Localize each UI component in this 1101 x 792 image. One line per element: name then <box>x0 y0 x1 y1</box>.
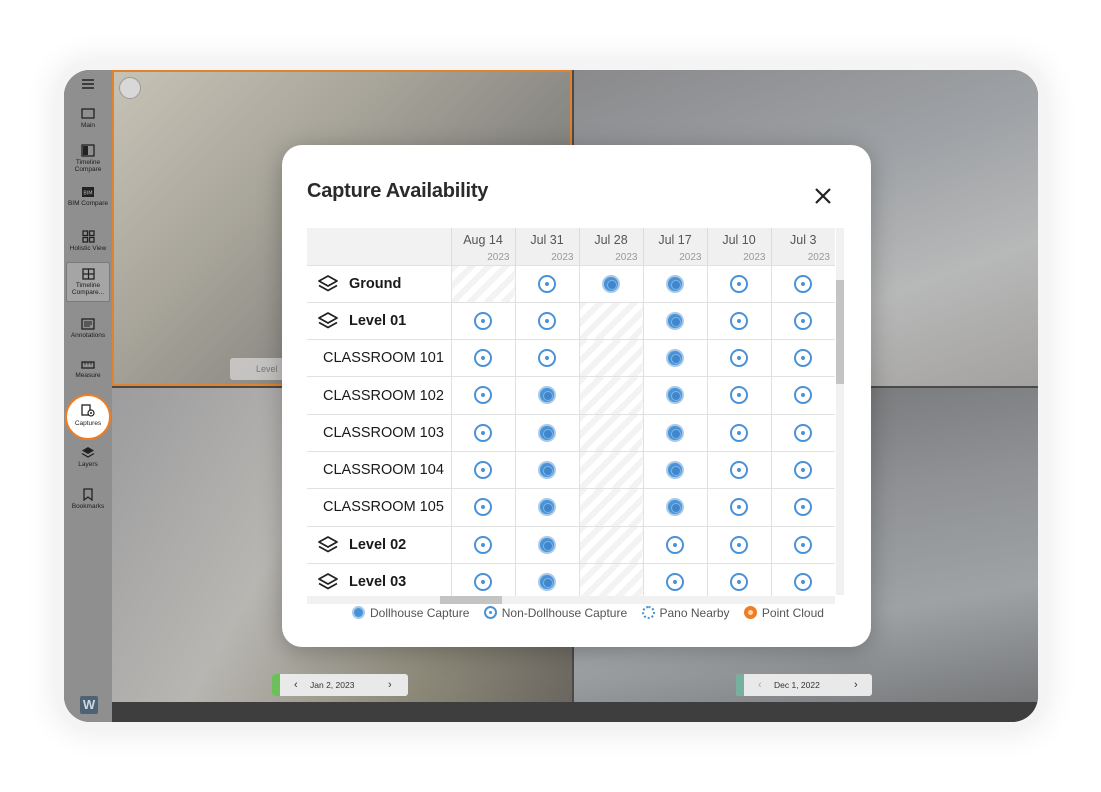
sidebar-item-label: Timeline Compare... <box>71 282 105 296</box>
sidebar-item-annotations[interactable]: Annotations <box>66 318 110 339</box>
ruler-icon <box>81 361 95 369</box>
sidebar-item-label: Annotations <box>70 332 106 339</box>
sidebar: Main Timeline Compare BIM BIM Compare Ho… <box>64 70 112 722</box>
sidebar-item-label: Measure <box>75 372 101 379</box>
svg-text:BIM: BIM <box>83 191 92 197</box>
date-selector-right[interactable]: ‹ Dec 1, 2022 › <box>736 674 872 696</box>
prev-date-icon[interactable]: ‹ <box>758 674 762 696</box>
next-date-icon[interactable]: › <box>854 674 858 696</box>
sidebar-item-main[interactable]: Main <box>66 108 110 129</box>
bottom-bar <box>112 702 1038 722</box>
sidebar-item-layers[interactable]: Layers <box>66 446 110 468</box>
menu-button[interactable] <box>66 78 110 90</box>
sidebar-item-bookmarks[interactable]: Bookmarks <box>66 488 110 510</box>
date-stripe <box>736 674 744 696</box>
viewer-pane-bottom-left[interactable]: ‹ Jan 2, 2023 › <box>112 388 572 702</box>
sidebar-item-label: Holistic View <box>69 245 107 252</box>
date-selector-left[interactable]: ‹ Jan 2, 2023 › <box>272 674 408 696</box>
bim-icon: BIM <box>82 187 94 197</box>
viewer-pane-top-right[interactable] <box>574 70 1038 386</box>
app-window: Level ‹ Jan 2, 2023 › ‹ Dec 1, 2022 › Ma… <box>64 70 1038 722</box>
viewer-pane-bottom-right[interactable]: ‹ Dec 1, 2022 › <box>574 388 1038 702</box>
sidebar-item-holistic-view[interactable]: Holistic View <box>66 230 110 252</box>
sidebar-item-bim-compare[interactable]: BIM BIM Compare <box>66 186 110 207</box>
date-label-right: Dec 1, 2022 <box>774 680 820 690</box>
sidebar-item-label: Layers <box>78 461 98 468</box>
sidebar-item-captures[interactable]: Captures <box>66 404 110 427</box>
grid-icon <box>81 230 95 243</box>
monitor-icon <box>81 108 95 119</box>
layers-icon <box>81 447 95 458</box>
date-label-left: Jan 2, 2023 <box>310 680 355 690</box>
viewer-pane-top-left[interactable]: Level <box>112 70 572 386</box>
prev-date-icon[interactable]: ‹ <box>294 674 298 696</box>
sidebar-item-label: Main <box>80 122 96 129</box>
sidebar-item-label: Captures <box>74 420 102 427</box>
sidebar-item-timeline-compare[interactable]: Timeline Compare <box>66 144 110 173</box>
sidebar-item-measure[interactable]: Measure <box>66 360 110 379</box>
date-stripe <box>272 674 280 696</box>
next-date-icon[interactable]: › <box>388 674 392 696</box>
sidebar-item-label: Bookmarks <box>71 503 105 510</box>
annotations-icon <box>81 318 95 330</box>
pane-layout-icon[interactable] <box>119 77 141 99</box>
sidebar-item-timeline-compare-quad[interactable]: Timeline Compare... <box>66 262 110 302</box>
captures-icon <box>81 404 95 417</box>
sidebar-item-label: BIM Compare <box>67 200 109 207</box>
level-chip-label: Level <box>256 364 278 374</box>
timeline-compare-icon <box>81 144 95 157</box>
quad-view-icon <box>81 268 95 280</box>
app-logo: W <box>80 696 98 714</box>
level-chip[interactable]: Level <box>230 358 290 380</box>
hamburger-icon <box>82 79 94 89</box>
sidebar-item-label: Timeline Compare <box>74 159 102 173</box>
bookmark-icon <box>83 488 93 501</box>
